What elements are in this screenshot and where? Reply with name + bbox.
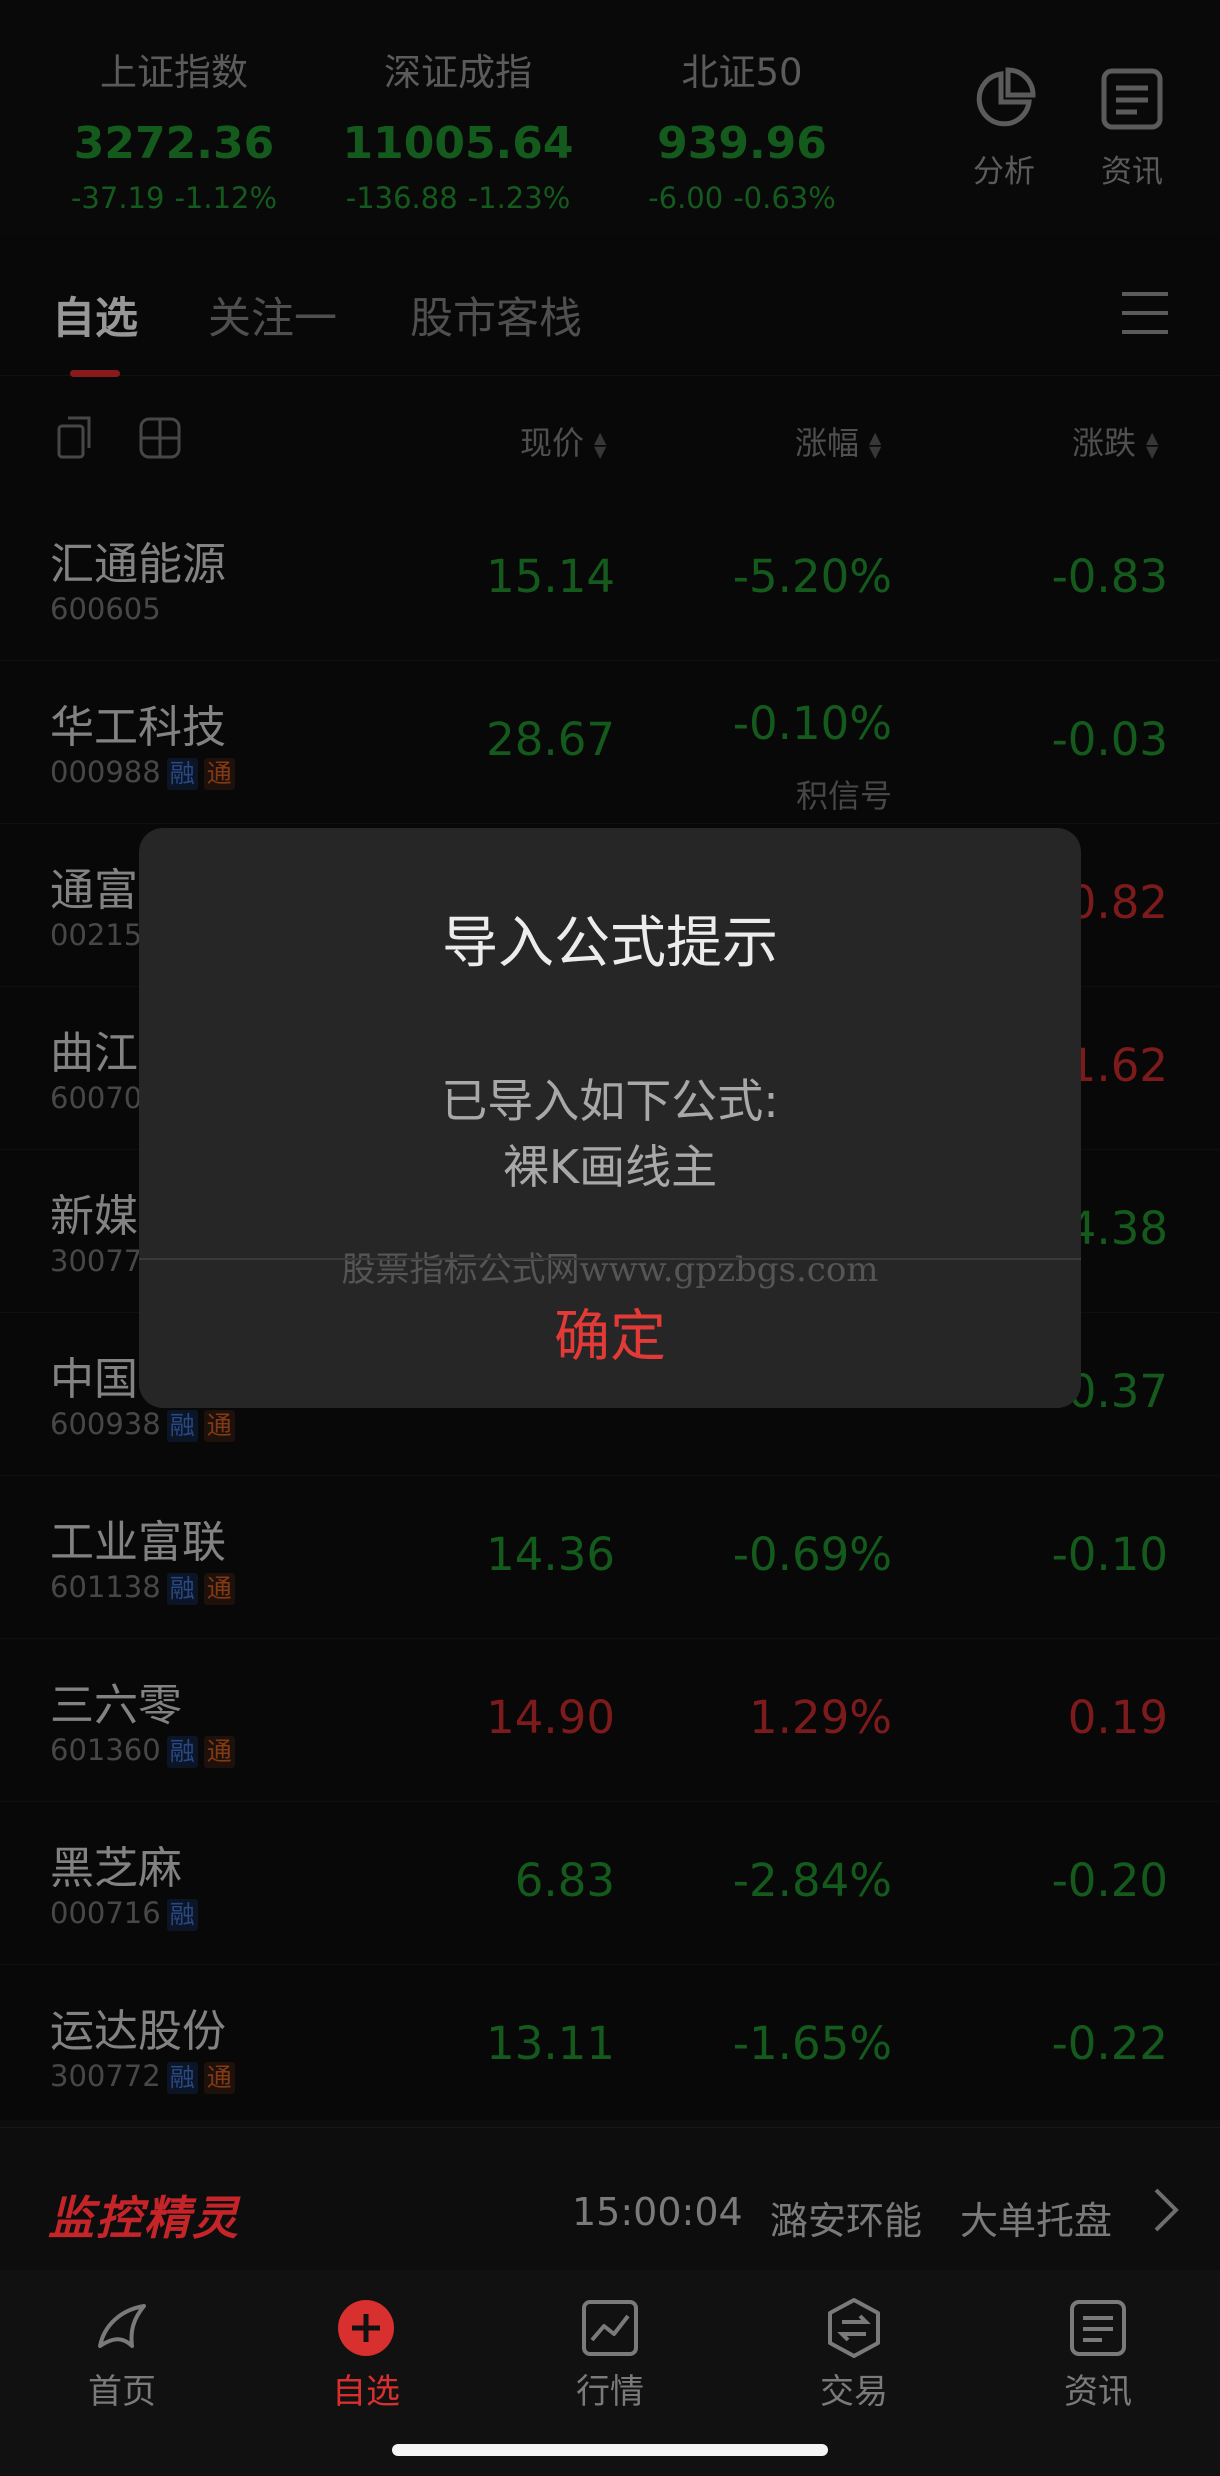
nav-label: 交易 — [820, 2372, 888, 2412]
add-circle-icon — [338, 2300, 394, 2356]
nav-label: 行情 — [576, 2372, 644, 2412]
dialog-message: 已导入如下公式: 裸K画线主 — [139, 1068, 1081, 1200]
chevron-right-icon[interactable] — [1152, 2186, 1180, 2234]
nav-label: 首页 — [88, 2372, 156, 2412]
ticker-stock: 潞安环能 — [770, 2199, 923, 2243]
dialog-divider — [139, 1258, 1081, 1260]
nav-trade[interactable]: 交易 — [774, 2296, 934, 2413]
watermark: 股票指标公式网www.gpzbgs.com — [341, 1250, 879, 1290]
market-chart-icon — [582, 2300, 638, 2356]
nav-label: 自选 — [332, 2372, 400, 2412]
news-icon — [1070, 2300, 1126, 2356]
home-icon — [98, 2304, 146, 2348]
import-formula-dialog: 导入公式提示 已导入如下公式: 裸K画线主 股票指标公式网www.gpzbgs.… — [139, 828, 1081, 1408]
dialog-formula-name: 裸K画线主 — [502, 1140, 718, 1194]
home-indicator[interactable] — [392, 2444, 828, 2456]
nav-news[interactable]: 资讯 — [1018, 2296, 1178, 2413]
dialog-title: 导入公式提示 — [442, 911, 778, 976]
nav-watchlist[interactable]: 自选 — [286, 2296, 446, 2413]
ticker-signal: 大单托盘 — [960, 2199, 1113, 2243]
confirm-button[interactable]: 确定 — [139, 1292, 1081, 1373]
nav-label: 资讯 — [1064, 2372, 1132, 2412]
nav-home[interactable]: 首页 — [42, 2296, 202, 2413]
nav-market[interactable]: 行情 — [530, 2296, 690, 2413]
trade-exchange-icon — [828, 2298, 880, 2358]
ticker-time: 15:00:04 — [572, 2190, 743, 2234]
dialog-message-line: 已导入如下公式: — [441, 1074, 779, 1128]
monitor-logo: 监控精灵 — [48, 2191, 240, 2245]
monitor-ticker[interactable]: 监控精灵 15:00:04 潞安环能 大单托盘 — [0, 2150, 1220, 2270]
